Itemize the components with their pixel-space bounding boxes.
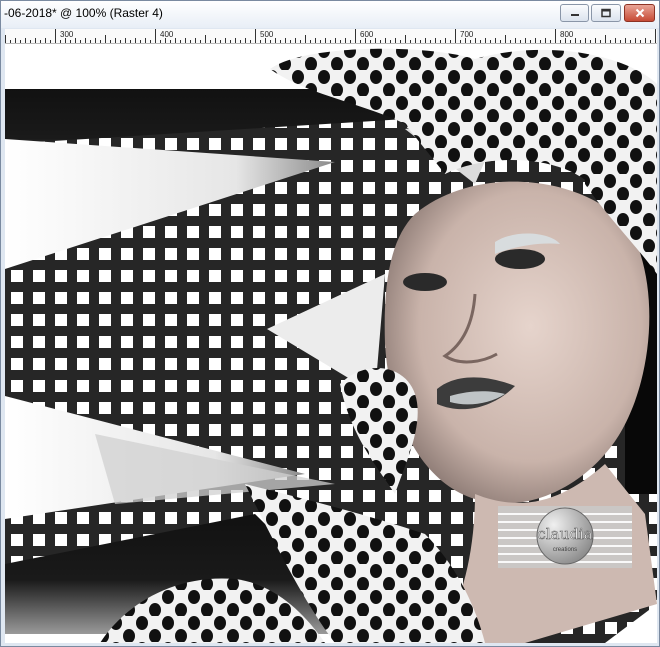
window-bottom-border [1,643,659,646]
ruler-label: 800 [560,30,574,39]
ruler-label: 600 [360,30,374,39]
right-eye [495,249,545,269]
ruler-label: 400 [160,30,174,39]
horizontal-ruler[interactable]: 300 400 500 600 700 800 [5,29,657,44]
image-canvas[interactable]: claudia creations [5,44,657,643]
artwork: claudia creations [5,44,657,643]
maximize-icon [601,8,611,18]
title-bar[interactable]: -06-2018* @ 100% (Raster 4) [1,1,659,28]
minimize-button[interactable] [560,4,589,22]
watermark-logo: claudia creations [498,506,632,568]
close-button[interactable] [624,4,655,22]
ruler-label: 700 [460,30,474,39]
close-icon [635,8,644,18]
ruler-label: 300 [60,30,74,39]
window-title: -06-2018* @ 100% (Raster 4) [4,6,163,20]
image-window: -06-2018* @ 100% (Raster 4) 300 400 500 … [0,0,660,647]
maximize-button[interactable] [591,4,621,22]
minimize-icon [570,14,579,16]
ruler-scale: 300 400 500 600 700 800 [5,29,656,43]
watermark-name: claudia [537,525,592,543]
watermark-tagline: creations [553,547,577,553]
ruler-label: 500 [260,30,274,39]
left-eye [403,273,447,291]
